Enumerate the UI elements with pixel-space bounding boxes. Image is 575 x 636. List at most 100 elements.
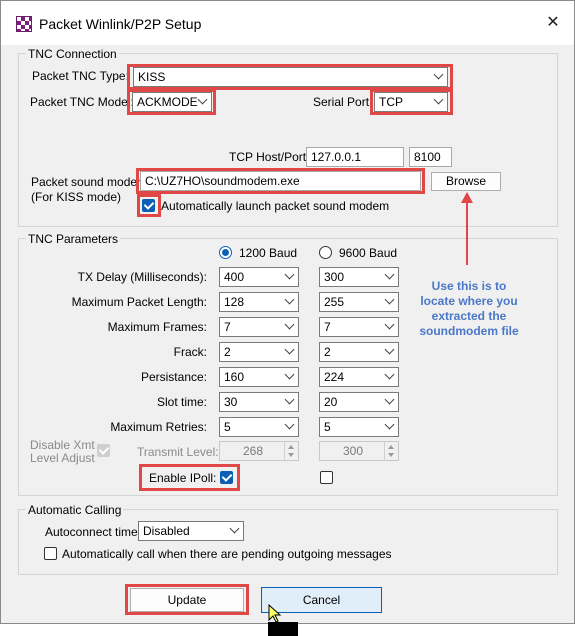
highlight-tnc-model bbox=[127, 89, 216, 115]
chevron-down-icon bbox=[284, 369, 295, 380]
param-value: 255 bbox=[324, 295, 345, 309]
annotation-arrow bbox=[461, 192, 473, 265]
auto-call-label: Automatically call when there are pendin… bbox=[62, 547, 392, 561]
param-value: 300 bbox=[324, 270, 345, 284]
chevron-down-icon bbox=[229, 523, 240, 534]
chevron-down-icon bbox=[384, 269, 395, 280]
param-value: 7 bbox=[224, 320, 231, 334]
param-value: 5 bbox=[224, 420, 231, 434]
chevron-down-icon bbox=[384, 369, 395, 380]
tnc-parameters-label: TNC Parameters bbox=[26, 232, 121, 246]
param-select-1200[interactable]: 400 bbox=[219, 267, 299, 287]
param-value: 5 bbox=[324, 420, 331, 434]
autoconnect-select[interactable]: Disabled bbox=[138, 521, 244, 541]
baud-1200-radio[interactable] bbox=[219, 246, 232, 259]
sound-modem-sublabel: (For KISS mode) bbox=[31, 190, 122, 204]
chevron-down-icon bbox=[284, 269, 295, 280]
param-select-9600[interactable]: 20 bbox=[319, 392, 399, 412]
disable-xmt-label-1: Disable Xmt bbox=[30, 438, 95, 452]
highlight-update bbox=[125, 584, 249, 615]
param-value: 2 bbox=[324, 345, 331, 359]
highlight-auto-launch bbox=[137, 194, 161, 217]
highlight-serial-port bbox=[370, 89, 453, 115]
param-select-1200[interactable]: 2 bbox=[219, 342, 299, 362]
chevron-down-icon bbox=[384, 319, 395, 330]
tnc-connection-label: TNC Connection bbox=[26, 47, 119, 61]
transmit-level-1200-value: 268 bbox=[242, 444, 264, 458]
param-value: 224 bbox=[324, 370, 345, 384]
param-select-9600[interactable]: 7 bbox=[319, 317, 399, 337]
window-title: Packet Winlink/P2P Setup bbox=[39, 16, 202, 32]
param-select-9600[interactable]: 2 bbox=[319, 342, 399, 362]
transmit-level-9600-value: 300 bbox=[342, 444, 364, 458]
param-select-1200[interactable]: 160 bbox=[219, 367, 299, 387]
highlight-sound-modem bbox=[136, 168, 425, 194]
chevron-down-icon bbox=[284, 419, 295, 430]
param-label: Maximum Retries: bbox=[110, 420, 207, 434]
baud-9600-radio[interactable] bbox=[319, 246, 332, 259]
close-icon[interactable]: ✕ bbox=[541, 11, 565, 35]
param-label: TX Delay (Milliseconds): bbox=[77, 270, 207, 284]
mouse-cursor-icon bbox=[268, 604, 282, 623]
chevron-down-icon bbox=[384, 394, 395, 405]
setup-dialog: Packet Winlink/P2P Setup ✕ TNC Connectio… bbox=[0, 0, 575, 624]
chevron-down-icon bbox=[384, 419, 395, 430]
chevron-down-icon bbox=[284, 344, 295, 355]
sound-modem-label: Packet sound modem: bbox=[31, 175, 151, 189]
param-select-9600[interactable]: 5 bbox=[319, 417, 399, 437]
chevron-down-icon bbox=[284, 394, 295, 405]
tcp-host-input[interactable]: 127.0.0.1 bbox=[306, 147, 404, 167]
param-select-9600[interactable]: 300 bbox=[319, 267, 399, 287]
auto-launch-label: Automatically launch packet sound modem bbox=[161, 199, 390, 213]
annotation-line-3: extracted the bbox=[431, 309, 507, 323]
serial-port-label: Serial Port: bbox=[313, 95, 373, 109]
param-value: 7 bbox=[324, 320, 331, 334]
auto-call-checkbox[interactable] bbox=[44, 547, 57, 560]
param-select-1200[interactable]: 128 bbox=[219, 292, 299, 312]
taskbar-fragment bbox=[268, 622, 298, 636]
param-value: 160 bbox=[224, 370, 245, 384]
param-value: 20 bbox=[324, 395, 338, 409]
tnc-model-label: Packet TNC Model: bbox=[30, 95, 134, 109]
param-value: 30 bbox=[224, 395, 238, 409]
param-value: 2 bbox=[224, 345, 231, 359]
param-select-1200[interactable]: 5 bbox=[219, 417, 299, 437]
param-select-9600[interactable]: 255 bbox=[319, 292, 399, 312]
tnc-type-label: Packet TNC Type: bbox=[32, 69, 129, 83]
chevron-down-icon bbox=[384, 294, 395, 305]
disable-xmt-checkbox[interactable] bbox=[97, 444, 110, 457]
chevron-down-icon bbox=[284, 294, 295, 305]
highlight-enable-ipoll bbox=[139, 464, 240, 491]
transmit-level-label: Transmit Level: bbox=[137, 445, 219, 459]
param-label: Slot time: bbox=[156, 395, 207, 409]
param-label: Maximum Packet Length: bbox=[71, 295, 207, 309]
transmit-level-9600-spinner[interactable]: 300 bbox=[319, 441, 399, 461]
chevron-down-icon bbox=[384, 344, 395, 355]
annotation-line-4: soundmodem file bbox=[419, 324, 519, 338]
param-label: Persistance: bbox=[140, 370, 207, 384]
baud-1200-label: 1200 Baud bbox=[239, 246, 298, 260]
spinner-arrows-icon bbox=[284, 442, 298, 460]
spinner-arrows-icon bbox=[384, 442, 398, 460]
tcp-port-input[interactable]: 8100 bbox=[409, 147, 452, 167]
baud-9600-label: 9600 Baud bbox=[339, 246, 398, 260]
annotation-line-1: Use this is to bbox=[431, 279, 507, 293]
autoconnect-value: Disabled bbox=[143, 524, 190, 538]
annotation-note: Use this is to locate where you extracte… bbox=[409, 279, 529, 339]
param-value: 128 bbox=[224, 295, 245, 309]
automatic-calling-label: Automatic Calling bbox=[26, 503, 124, 517]
param-value: 400 bbox=[224, 270, 245, 284]
transmit-level-1200-spinner[interactable]: 268 bbox=[219, 441, 299, 461]
disable-xmt-label-2: Level Adjust bbox=[30, 451, 95, 465]
annotation-line-2: locate where you bbox=[420, 294, 518, 308]
param-select-1200[interactable]: 7 bbox=[219, 317, 299, 337]
automatic-calling-group bbox=[18, 509, 558, 575]
ipoll-9600-checkbox[interactable] bbox=[320, 471, 333, 484]
param-select-1200[interactable]: 30 bbox=[219, 392, 299, 412]
param-label: Frack: bbox=[173, 345, 207, 359]
chevron-down-icon bbox=[284, 319, 295, 330]
param-select-9600[interactable]: 224 bbox=[319, 367, 399, 387]
autoconnect-label: Autoconnect time: bbox=[45, 525, 142, 539]
tcp-hostport-label: TCP Host/Port: bbox=[229, 150, 310, 164]
title-bar: Packet Winlink/P2P Setup ✕ bbox=[1, 1, 574, 45]
